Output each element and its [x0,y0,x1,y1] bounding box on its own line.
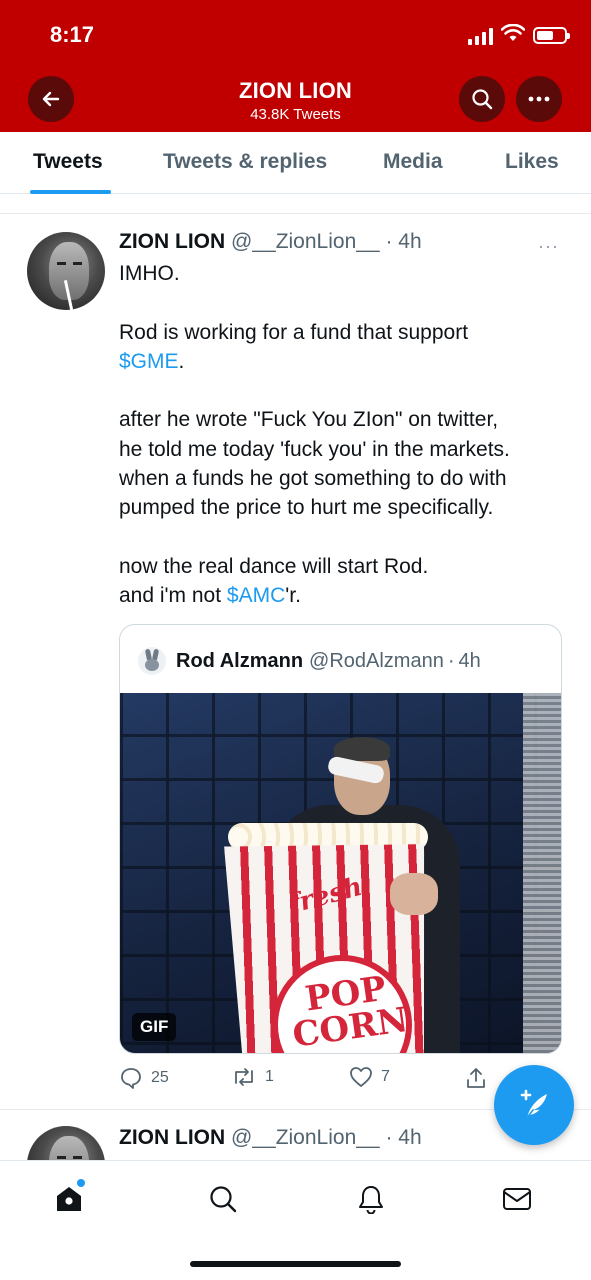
like-button[interactable]: 7 [349,1066,390,1088]
home-icon [57,1187,81,1211]
quoted-separator: · [447,649,455,672]
bell-icon [359,1186,383,1214]
quoted-author-name: Rod Alzmann [176,649,304,672]
tweet-header: ZION LION @__ZionLion__ · 4h [119,230,422,254]
notification-dot [77,1179,85,1187]
tweet-author-name[interactable]: ZION LION [119,1126,225,1149]
quoted-tweet[interactable]: Rod Alzmann @RodAlzmann · 4h fresh POP C… [119,624,562,1054]
search-icon [210,1186,237,1213]
tweet-author-handle[interactable]: @__ZionLion__ [231,1126,380,1149]
retweet-count: 1 [265,1068,274,1085]
tweet-line: IMHO. [119,262,180,285]
tweet-line-text: and i'm not [119,584,227,608]
quoted-tweet-header: Rod Alzmann @RodAlzmann · 4h [138,647,481,675]
share-button[interactable] [465,1066,487,1090]
tweet-line: Rod is working for a fund that support [119,320,469,344]
system-icons [468,23,570,47]
tweet-line: pumped the price to hurt me specifically… [119,496,494,520]
tweet-line: now the real dance will start Rod. [119,554,429,578]
retweet-icon [235,1068,253,1086]
profile-tabs: Tweets Tweets & replies Media Likes [0,132,591,194]
tweet-separator: · [385,230,393,253]
active-tab-indicator [30,190,111,194]
heart-icon [350,1067,372,1087]
cashtag-link[interactable]: $AMC [227,584,285,607]
tweet-author-handle[interactable]: @__ZionLion__ [231,230,380,253]
tab-tweets[interactable]: Tweets [33,150,103,174]
tweet-actions: 25 1 7 [119,1066,559,1096]
tweet-line: and i'm not $AMC'r. [119,581,569,610]
nav-home[interactable] [49,1179,89,1219]
mail-icon [503,1188,531,1210]
tweet-avatar[interactable] [27,232,105,310]
search-icon [472,89,493,110]
gif-media[interactable]: fresh POP CORN GIF [120,693,561,1054]
share-icon [467,1068,485,1088]
ellipsis-icon [528,96,550,102]
divider [0,213,591,214]
tweet-line: when a funds he got something to do with [119,467,507,491]
compose-tweet-icon [520,1089,547,1120]
tweet-line: he told me today 'fuck you' in the marke… [119,437,510,461]
retweet-button[interactable]: 1 [231,1066,274,1088]
nav-messages[interactable] [497,1179,537,1219]
quoted-time: 4h [458,649,481,672]
wifi-icon [500,23,526,47]
quoted-author-handle: @RodAlzmann [309,649,444,672]
tweet-line-text: 'r. [285,584,301,608]
more-options-button[interactable] [516,76,562,122]
nav-search[interactable] [203,1179,243,1219]
cashtag-link[interactable]: $GME [119,350,179,373]
compose-tweet-button[interactable] [494,1065,574,1145]
reply-button[interactable]: 25 [119,1066,169,1090]
tweet-text: IMHO. Rod is working for a fund that sup… [119,259,569,611]
tweet-avatar[interactable] [27,1126,105,1160]
battery-icon [533,27,570,44]
tab-tweets-and-replies[interactable]: Tweets & replies [163,150,327,174]
tweet-line: $GME. [119,347,569,376]
tab-media[interactable]: Media [383,150,443,174]
tweet-header: ZION LION @__ZionLion__ · 4h [119,1126,422,1150]
profile-header: 8:17 ZION LION 43.8K Tweets [0,0,591,132]
tweet-author-name[interactable]: ZION LION [119,230,225,253]
status-bar: 8:17 [0,0,591,70]
tweet-time[interactable]: 4h [398,230,421,253]
gif-badge: GIF [132,1013,177,1041]
search-button[interactable] [459,76,505,122]
tweet-line: after he wrote "Fuck You ZIon" on twitte… [119,408,499,432]
like-count: 7 [381,1068,390,1085]
nav-notifications[interactable] [351,1179,391,1219]
signal-icon [468,27,493,45]
status-time: 8:17 [50,22,95,47]
tweet-separator: · [385,1126,393,1149]
popcorn-label-text: POP CORN [290,968,411,1054]
quoted-avatar [138,647,166,675]
reply-icon [121,1068,141,1089]
tweet-line-text: . [178,349,185,373]
tweet-more-icon[interactable]: ··· [538,236,559,257]
home-indicator [190,1261,401,1267]
tweet-time[interactable]: 4h [398,1126,421,1149]
reply-count: 25 [151,1069,169,1086]
tab-likes[interactable]: Likes [505,150,559,174]
